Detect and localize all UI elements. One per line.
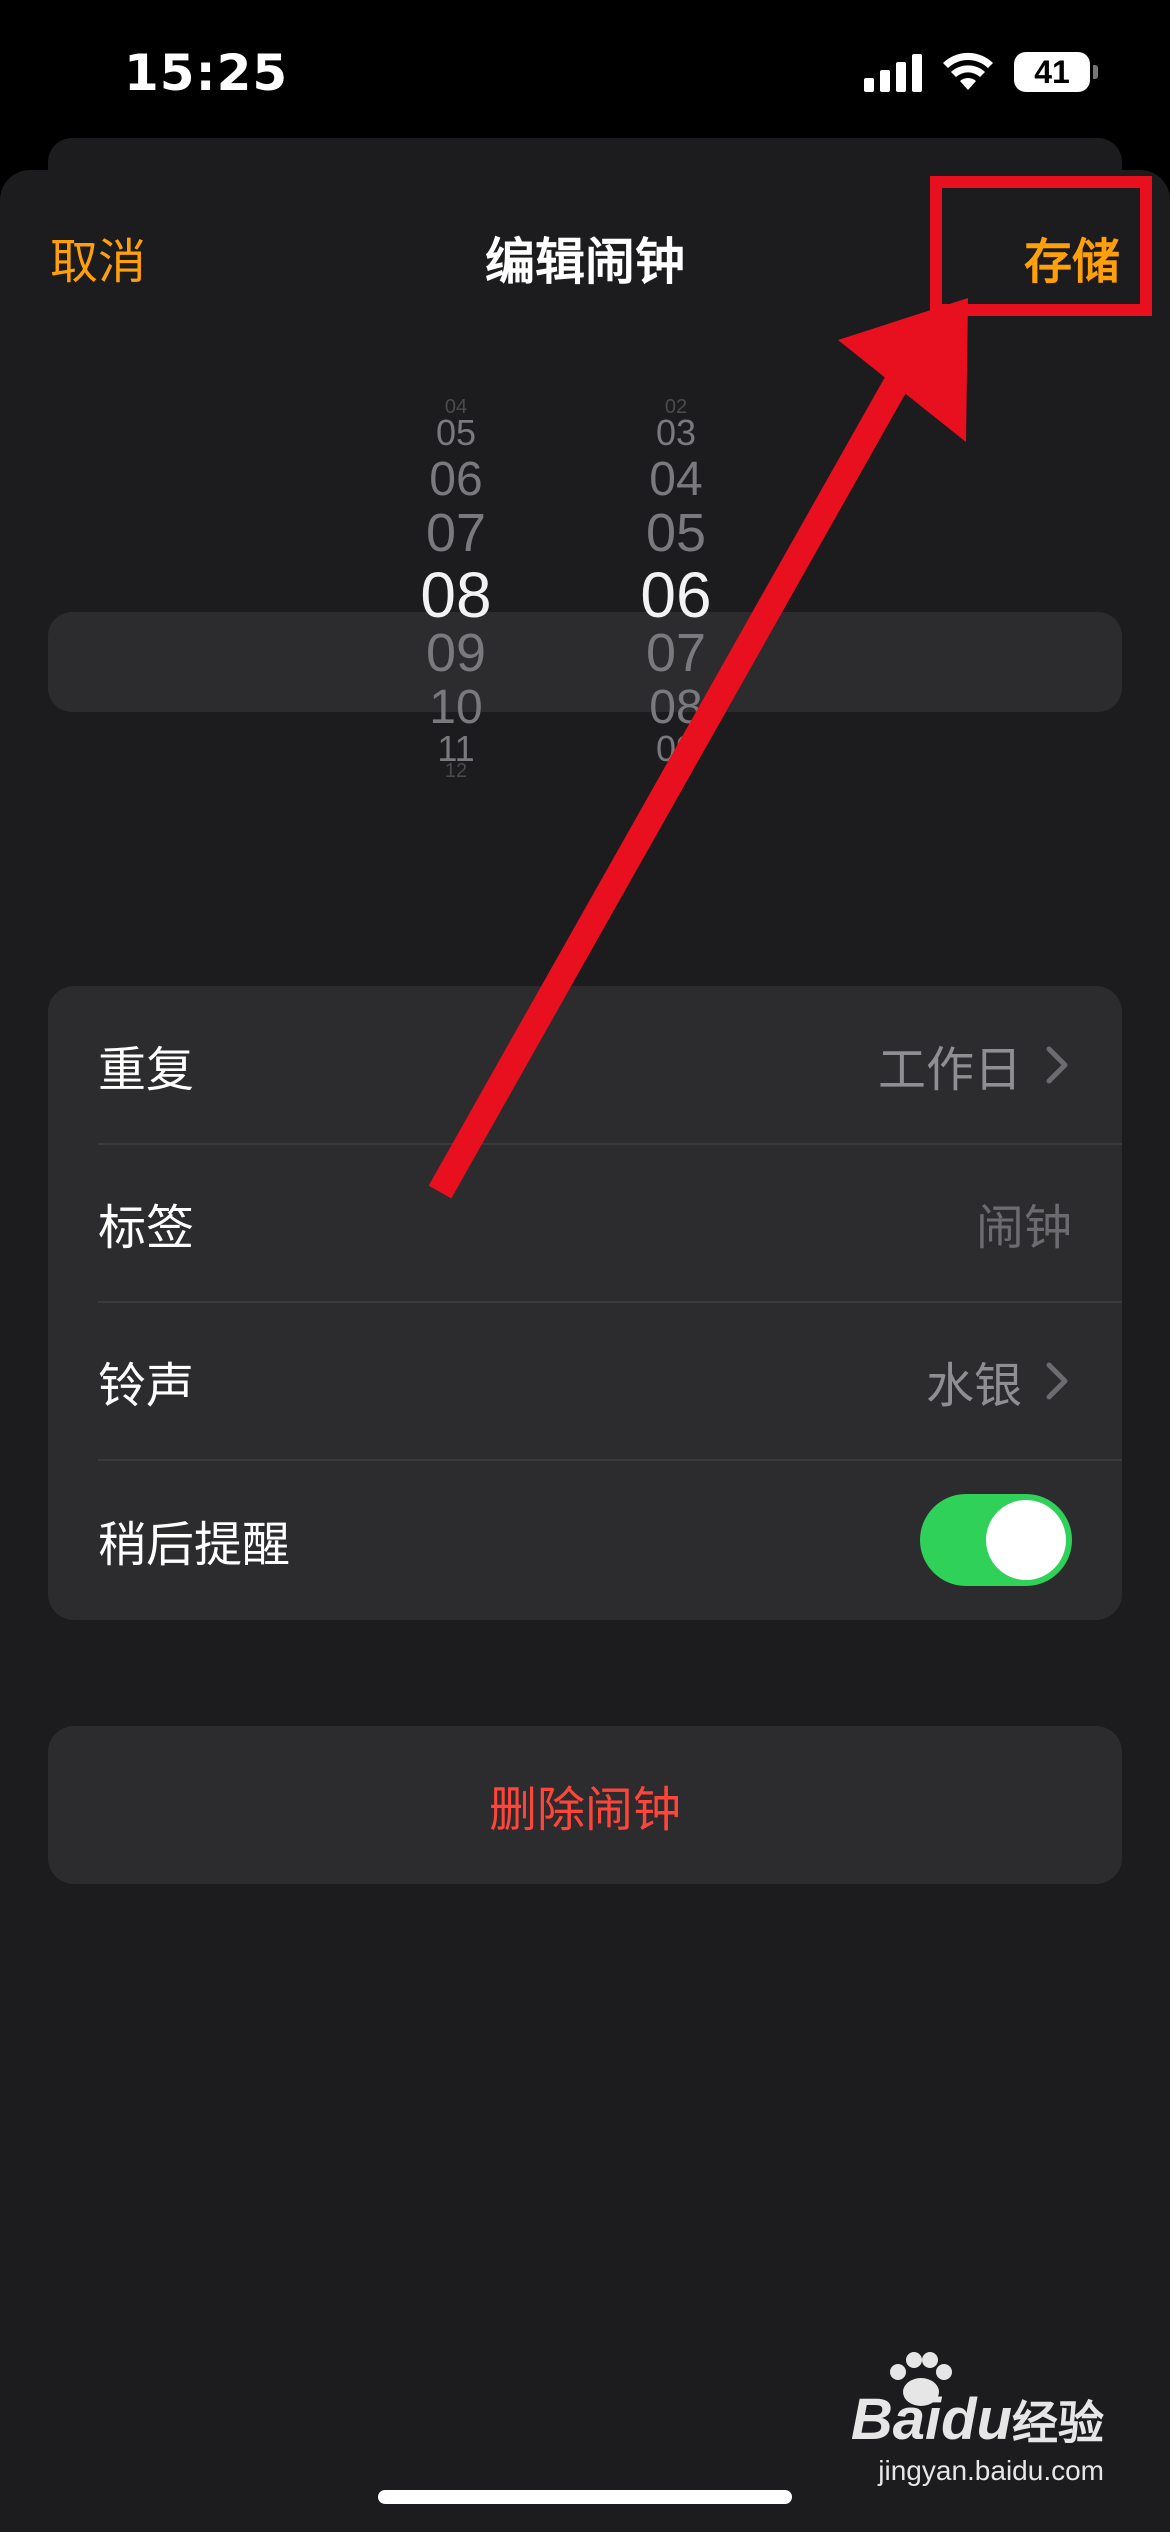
- picker-selection-band: [48, 612, 1122, 712]
- home-indicator: [378, 2490, 792, 2504]
- chevron-right-icon: [1046, 1046, 1068, 1084]
- hour-option: 07: [425, 503, 487, 563]
- hour-option: 12: [444, 760, 468, 782]
- delete-alarm-button[interactable]: 删除闹钟: [48, 1726, 1122, 1884]
- minute-option: 10: [664, 760, 688, 782]
- minute-option: 03: [655, 412, 697, 453]
- paw-icon: [890, 2352, 952, 2406]
- minute-selected: 06: [640, 559, 712, 631]
- snooze-label: 稍后提醒: [98, 1517, 291, 1573]
- hour-option: 10: [429, 681, 483, 734]
- snooze-toggle[interactable]: [920, 1494, 1072, 1586]
- hour-option: 06: [429, 453, 483, 506]
- repeat-label: 重复: [98, 1042, 195, 1098]
- status-icons: 41: [864, 52, 1098, 92]
- minute-option: 05: [645, 503, 707, 563]
- minute-option: 07: [645, 623, 707, 683]
- sound-row[interactable]: 铃声 水银: [48, 1302, 1122, 1460]
- minute-option: 08: [649, 681, 703, 734]
- sound-label: 铃声: [98, 1358, 195, 1414]
- wifi-icon: [943, 52, 993, 90]
- annotation-highlight-box: [930, 176, 1152, 316]
- minute-option: 04: [649, 453, 703, 506]
- alarm-settings-group: 重复 工作日 标签 闹钟 铃声 水银 稍后提醒: [48, 986, 1122, 1620]
- label-input[interactable]: 闹钟: [976, 1188, 1072, 1258]
- watermark-brand-cn: 经验: [1012, 2396, 1104, 2450]
- snooze-row: 稍后提醒: [48, 1460, 1122, 1620]
- chevron-right-icon: [1046, 1362, 1068, 1400]
- label-label: 标签: [98, 1200, 195, 1256]
- toggle-knob: [986, 1500, 1066, 1580]
- status-time: 15:25: [124, 44, 289, 102]
- hour-selected: 08: [420, 559, 492, 631]
- baidu-watermark: Baidu经验 jingyan.baidu.com: [851, 2352, 1104, 2487]
- hour-option: 05: [435, 412, 477, 453]
- signal-icon: [864, 52, 922, 92]
- label-row[interactable]: 标签 闹钟: [48, 1144, 1122, 1302]
- repeat-value: 工作日: [877, 1042, 1022, 1098]
- minute-wheel[interactable]: 02 03 04 05 06 07 08 09 10: [606, 380, 746, 940]
- battery-icon: 41: [1014, 52, 1098, 92]
- repeat-row[interactable]: 重复 工作日: [48, 986, 1122, 1144]
- battery-level: 41: [1034, 53, 1070, 90]
- watermark-url: jingyan.baidu.com: [878, 2455, 1104, 2486]
- screen: 15:25 41 取消 编辑闹钟 存储 04 05 06 07 08 09 10…: [0, 0, 1170, 2532]
- hour-option: 09: [425, 623, 487, 683]
- sound-value: 水银: [925, 1358, 1022, 1414]
- hour-wheel[interactable]: 04 05 06 07 08 09 10 11 12: [386, 380, 526, 940]
- delete-alarm-label: 删除闹钟: [488, 1782, 681, 1838]
